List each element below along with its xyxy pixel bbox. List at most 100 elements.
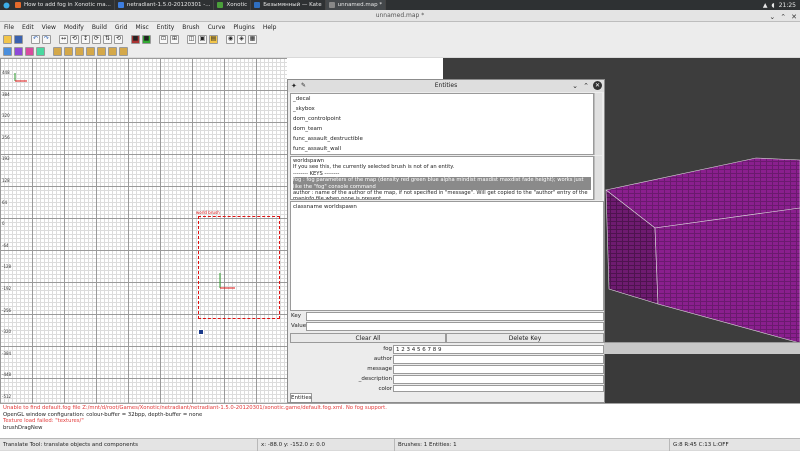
menu-build[interactable]: Build (92, 24, 107, 31)
tray-network-icon[interactable]: ▲ (763, 2, 768, 9)
view-splitter[interactable] (604, 342, 800, 354)
class-list-scrollbar[interactable] (594, 93, 602, 155)
xonotic-icon (217, 2, 224, 8)
menu-grid[interactable]: Grid (115, 24, 128, 31)
browser-icon (15, 2, 21, 8)
brush-5-sided-icon[interactable] (25, 46, 34, 56)
list-item[interactable]: _skybox (291, 104, 593, 114)
texture-scale-icon[interactable] (75, 46, 84, 56)
texture-lock-icon[interactable]: ▤ (209, 34, 218, 44)
rotate-y-icon[interactable]: ⟳ (92, 34, 101, 44)
close-icon[interactable]: ✕ (593, 81, 602, 90)
console-line: Texture load failed: "textures/" (3, 418, 84, 425)
tab-entities[interactable]: Entities (290, 393, 312, 402)
minimize-icon[interactable]: ⌄ (572, 80, 578, 92)
color-input[interactable] (393, 385, 604, 392)
app-launcher-icon[interactable] (0, 0, 12, 10)
mouse-cursor-icon (198, 329, 204, 335)
menu-view[interactable]: View (42, 24, 56, 31)
message-input[interactable] (393, 365, 604, 374)
value-input[interactable] (306, 322, 604, 331)
console-line: brushDragNew (3, 424, 43, 431)
description-line: author : name of the author of the map, … (293, 190, 588, 200)
csg-merge-icon[interactable]: ■ (142, 34, 151, 44)
task-browser[interactable]: How to add fog in Xonotic ma... (12, 0, 115, 10)
grid-tick-label: 448 (2, 70, 10, 75)
undo-icon[interactable]: ↶ (31, 34, 40, 44)
brush-6-sided-icon[interactable] (36, 46, 45, 56)
grid-tick-label: 256 (2, 134, 10, 140)
menu-file[interactable]: File (4, 24, 14, 31)
key-input[interactable] (306, 312, 604, 321)
task-map[interactable]: unnamed.map * (325, 0, 387, 10)
menu-entity[interactable]: Entity (157, 24, 175, 31)
redo-icon[interactable]: ↷ (42, 34, 51, 44)
texture-cap-icon[interactable] (119, 46, 128, 56)
grid-tick-label: -512 (2, 394, 12, 399)
texture-rotate-icon[interactable] (64, 46, 73, 56)
brush-4-sided-icon[interactable] (14, 46, 23, 56)
list-item[interactable]: _decal (291, 94, 593, 104)
key-value-list[interactable]: classname worldspawn (290, 201, 604, 311)
menu-curve[interactable]: Curve (208, 24, 226, 31)
menu-edit[interactable]: Edit (22, 24, 34, 31)
csg-subtract-icon[interactable]: ■ (131, 34, 140, 44)
flip-z-icon[interactable]: ⇅ (103, 34, 112, 44)
list-item[interactable]: dom_team (291, 124, 593, 134)
author-input[interactable] (393, 355, 604, 364)
pin-icon[interactable]: ✎ (301, 80, 306, 92)
grid-tick-label: -320 (2, 329, 12, 335)
flip-x-icon[interactable]: ↔ (59, 34, 68, 44)
camera-icon[interactable]: ◉ (226, 34, 235, 44)
pivot-gizmo[interactable] (215, 271, 237, 293)
save-icon[interactable] (14, 34, 23, 44)
menu-brush[interactable]: Brush (182, 24, 199, 31)
cubic-clip-icon[interactable]: ▣ (198, 34, 207, 44)
task-kate[interactable]: Безымянный — Kate (251, 0, 326, 10)
flip-y-icon[interactable]: ↕ (81, 34, 90, 44)
fog-input[interactable]: 1 2 3 4 5 6 7 8 9 (393, 345, 604, 354)
brush-3-sided-icon[interactable] (3, 46, 12, 56)
menu-plugins[interactable]: Plugins (233, 24, 255, 31)
texture-natural-icon[interactable] (108, 46, 117, 56)
selected-brush-outline[interactable] (198, 216, 280, 319)
console-line: OpenGL window configuration: colour-buff… (3, 411, 203, 418)
menu-modify[interactable]: Modify (64, 24, 84, 31)
rotate-z-icon[interactable]: ⟲ (114, 34, 123, 44)
texture-shift-icon[interactable] (86, 46, 95, 56)
entity-icon[interactable]: ◈ (237, 34, 246, 44)
console-output: Unable to find default.fog file Z:/mnt/d… (0, 403, 800, 438)
kate-icon (254, 2, 261, 8)
delete-key-button[interactable]: Delete Key (446, 333, 604, 343)
kv-row[interactable]: classname worldspawn (293, 204, 601, 210)
rotate-x-icon[interactable]: ⟲ (70, 34, 79, 44)
patch-icon[interactable]: ▦ (248, 34, 257, 44)
tray-volume-icon[interactable]: ◖ (772, 2, 775, 9)
menu-misc[interactable]: Misc (135, 24, 148, 31)
maximize-icon[interactable]: ⌃ (583, 80, 589, 92)
task-netradiant[interactable]: netradiant-1.5.0-20120301 -... (115, 0, 215, 10)
description-input[interactable] (393, 375, 604, 384)
grid-view-xy[interactable]: 448 384 320 256 192 128 64 0 -64 -128 -192 -256 -320… (0, 58, 287, 403)
field-label-fog: fog (383, 346, 392, 352)
task-xonotic[interactable]: Xonotic (214, 0, 252, 10)
clear-all-button[interactable]: Clear All (290, 333, 446, 343)
field-label-description: _description (358, 376, 392, 382)
entity-class-list[interactable]: _decal _skybox dom_controlpoint dom_team… (290, 93, 594, 155)
select-touching-icon[interactable]: ⊞ (170, 34, 179, 44)
main-toolbar: ↶ ↷ ↔ ⟲ ↕ ⟳ ⇅ ⟲ ■ ■ ⊡ ⊞ ◫ ▣ ▤ ◉ ◈ ▦ (0, 33, 800, 45)
clock[interactable]: 21:25 (779, 2, 796, 9)
open-icon[interactable] (3, 34, 12, 44)
menu-help[interactable]: Help (263, 24, 277, 31)
texture-flip-icon[interactable] (97, 46, 106, 56)
list-item[interactable]: dom_controlpoint (291, 114, 593, 124)
console-line: Unable to find default.fog file Z:/mnt/d… (3, 405, 387, 411)
texture-fit-icon[interactable] (53, 46, 62, 56)
description-scrollbar[interactable] (594, 156, 602, 200)
list-item[interactable]: func_assault_destructible (291, 134, 593, 144)
select-inside-icon[interactable]: ⊡ (159, 34, 168, 44)
view-change-icon[interactable]: ◫ (187, 34, 196, 44)
grid-tick-label: 0 (2, 221, 5, 227)
window-title: unnamed.map * (375, 12, 425, 19)
list-item[interactable]: func_assault_wall (291, 144, 593, 154)
